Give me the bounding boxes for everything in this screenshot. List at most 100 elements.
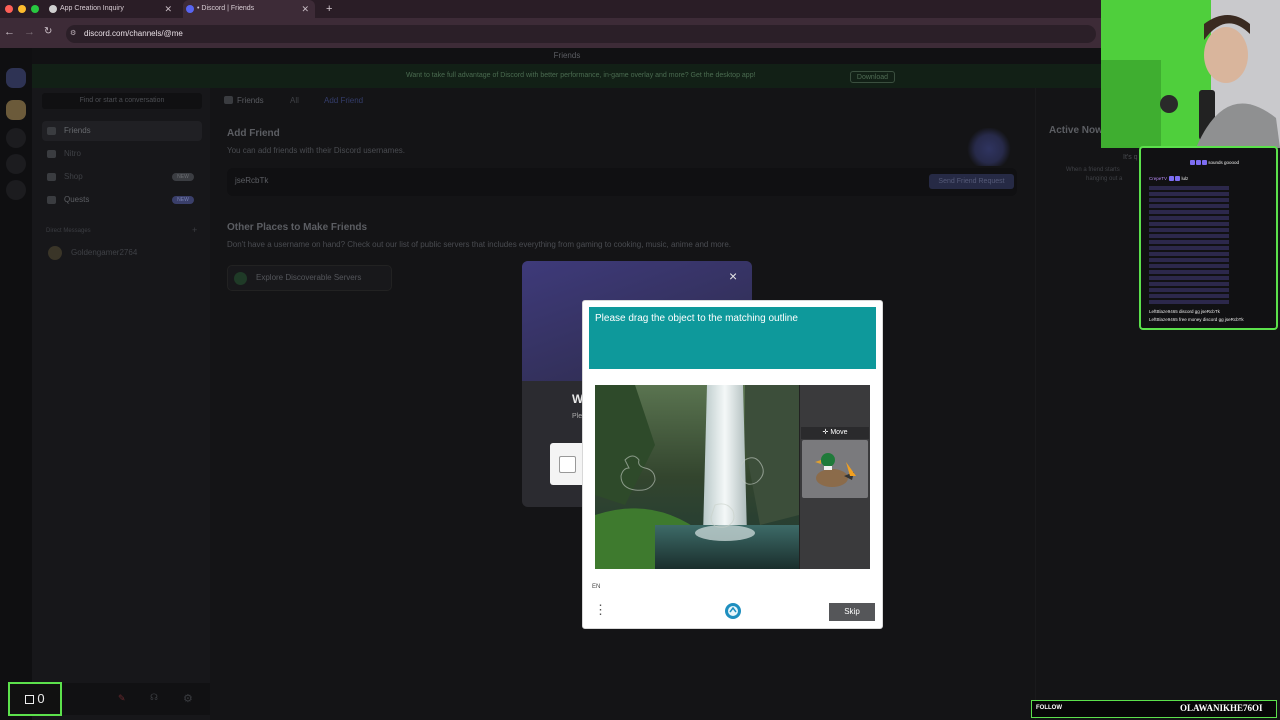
captcha-instruction: Please drag the object to the matching o… bbox=[595, 313, 798, 324]
shop-icon bbox=[47, 173, 56, 181]
close-modal-icon[interactable]: × bbox=[729, 268, 737, 284]
chat-message: LeftBlaze9465 discord gg jseRcbTk bbox=[1149, 309, 1220, 315]
download-apps-icon[interactable] bbox=[6, 180, 26, 200]
emote-icon bbox=[1175, 176, 1181, 182]
follow-label: FOLLOW bbox=[1036, 705, 1062, 711]
chat-message: LeftBlaze9465 free money discord gg jseR… bbox=[1149, 317, 1244, 323]
back-arrow-icon[interactable]: ← bbox=[4, 26, 15, 38]
move-label: Move bbox=[830, 429, 848, 436]
server-icon[interactable] bbox=[6, 100, 26, 120]
active-now-desc1: When a friend starts bbox=[1066, 167, 1120, 173]
active-now-desc2: hanging out a bbox=[1086, 176, 1123, 182]
tab-friends[interactable]: Friends bbox=[237, 96, 264, 105]
tab-label: • Discord | Friends bbox=[197, 5, 255, 12]
create-dm-icon[interactable]: + bbox=[192, 225, 197, 235]
nitro-icon bbox=[47, 150, 56, 158]
emote-icon bbox=[1202, 160, 1207, 166]
sidebar-item-nitro[interactable]: Nitro bbox=[42, 144, 202, 164]
add-friend-input-value: jseRcbTk bbox=[235, 176, 269, 185]
skip-button[interactable]: Skip bbox=[829, 603, 875, 621]
sidebar-item-label: Shop bbox=[64, 172, 83, 181]
headphones-icon[interactable]: ☊ bbox=[150, 692, 158, 703]
send-friend-request-button[interactable]: Send Friend Request bbox=[929, 174, 1014, 189]
counter-value: 0 bbox=[37, 691, 45, 706]
new-tab-button[interactable]: + bbox=[312, 0, 332, 18]
tab-all[interactable]: All bbox=[290, 96, 299, 105]
friends-icon bbox=[47, 127, 56, 135]
chatgpt-favicon-icon bbox=[49, 5, 57, 13]
chat-emote-spam bbox=[1149, 184, 1229, 304]
close-tab-icon[interactable]: ✕ bbox=[301, 0, 309, 18]
sidebar-item-friends[interactable]: Friends bbox=[42, 121, 202, 141]
download-button[interactable]: Download bbox=[850, 71, 895, 83]
draggable-duck-object[interactable] bbox=[802, 440, 868, 498]
explore-servers-button[interactable]: Explore Discoverable Servers bbox=[227, 265, 392, 291]
chat-text: discord gg jseRcbTk bbox=[1179, 309, 1220, 314]
duck-icon bbox=[815, 453, 856, 487]
maximize-window-dot[interactable] bbox=[31, 5, 39, 13]
language-indicator[interactable]: EN bbox=[592, 584, 600, 590]
sidebar-item-quests[interactable]: Quests NEW bbox=[42, 190, 202, 210]
add-friend-subtitle: You can add friends with their Discord u… bbox=[227, 146, 406, 155]
emote-icon bbox=[1196, 160, 1201, 166]
modal-partial-text: Ple bbox=[572, 413, 583, 420]
tab-app-creation-inquiry[interactable]: App Creation Inquiry ✕ bbox=[46, 0, 178, 18]
quests-icon bbox=[47, 196, 56, 204]
active-now-quiet: It's q bbox=[1123, 154, 1138, 161]
waterfall-scene-image bbox=[595, 385, 799, 569]
hcaptcha-logo-icon bbox=[724, 602, 742, 620]
chat-text: sounds gooood bbox=[1208, 160, 1240, 165]
explore-label: Explore Discoverable Servers bbox=[256, 273, 362, 282]
tab-add-friend[interactable]: Add Friend bbox=[324, 96, 363, 105]
dm-item[interactable]: Goldengamer2764 bbox=[46, 244, 196, 262]
conversation-search[interactable]: Find or start a conversation bbox=[42, 93, 202, 109]
new-badge: NEW bbox=[172, 196, 194, 204]
captcha-menu-icon[interactable]: ⋮ bbox=[594, 603, 607, 619]
site-settings-icon[interactable]: ⚙ bbox=[70, 25, 76, 43]
friends-header-icon bbox=[224, 96, 233, 104]
dm-username: Goldengamer2764 bbox=[71, 248, 138, 257]
tab-label: App Creation Inquiry bbox=[60, 5, 124, 12]
mute-icon[interactable]: ✎ bbox=[118, 693, 126, 704]
top-strip-title: Friends bbox=[32, 48, 1102, 64]
other-places-subtitle: Don't have a username on hand? Check out… bbox=[227, 240, 732, 249]
discord-favicon-icon bbox=[186, 5, 194, 13]
sidebar-item-label: Quests bbox=[64, 195, 90, 204]
chat-message: CrepeTV lulz bbox=[1149, 176, 1188, 182]
add-friend-input[interactable] bbox=[227, 168, 1017, 196]
minimize-window-dot[interactable] bbox=[18, 5, 26, 13]
streamer-webcam-image bbox=[1101, 0, 1280, 148]
stream-counter-widget: 0 bbox=[8, 682, 62, 716]
latest-follower-name: OLAWANIKHE76OI bbox=[1180, 703, 1263, 713]
chat-message: sounds gooood bbox=[1189, 160, 1239, 166]
other-places-title: Other Places to Make Friends bbox=[227, 222, 368, 233]
url-field[interactable]: ⚙ discord.com/channels/@me bbox=[66, 25, 1096, 43]
wumpus-illustration-icon bbox=[966, 128, 1012, 166]
active-now-panel: Active Now It's q When a friend starts h… bbox=[1035, 88, 1138, 720]
reload-icon[interactable]: ↻ bbox=[44, 26, 52, 37]
server-list bbox=[0, 48, 32, 720]
url-text: discord.com/channels/@me bbox=[84, 29, 183, 38]
sidebar-item-shop[interactable]: Shop NEW bbox=[42, 167, 202, 187]
webcam-overlay bbox=[1101, 0, 1280, 148]
sidebar-item-label: Nitro bbox=[64, 149, 81, 158]
emote-icon bbox=[1169, 176, 1175, 182]
sidebar-item-label: Friends bbox=[64, 126, 91, 135]
chat-text: lulz bbox=[1181, 176, 1189, 181]
active-now-title: Active Now bbox=[1049, 125, 1103, 136]
emote-icon bbox=[1190, 160, 1195, 166]
close-window-dot[interactable] bbox=[5, 5, 13, 13]
tab-discord-friends[interactable]: • Discord | Friends ✕ bbox=[183, 0, 315, 18]
banner-text: Want to take full advantage of Discord w… bbox=[406, 72, 756, 79]
captcha-checkbox[interactable] bbox=[559, 456, 576, 473]
close-tab-icon[interactable]: ✕ bbox=[164, 0, 172, 18]
discord-home-icon[interactable] bbox=[6, 68, 26, 88]
compass-icon bbox=[234, 272, 247, 285]
add-friend-title: Add Friend bbox=[227, 128, 280, 139]
explore-servers-icon[interactable] bbox=[6, 154, 26, 174]
captcha-puzzle-image[interactable] bbox=[595, 385, 799, 569]
stream-chat-overlay: sounds gooood CrepeTV lulz LeftBlaze9465… bbox=[1139, 146, 1278, 330]
forward-arrow-icon[interactable]: → bbox=[24, 26, 35, 38]
settings-gear-icon[interactable]: ⚙ bbox=[183, 692, 193, 705]
add-server-icon[interactable] bbox=[6, 128, 26, 148]
